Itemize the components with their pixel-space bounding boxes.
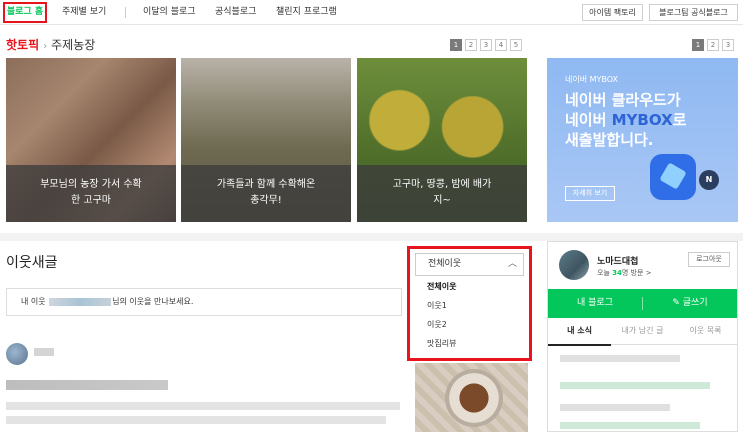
ad-headline-line: 네이버 MYBOX로 [565, 110, 686, 130]
profile-tabs: 내 소식 내가 남긴 글 이웃 목록 [548, 318, 737, 346]
page-button[interactable]: 5 [510, 39, 522, 51]
visitor-count[interactable]: 오늘 34명 방문 > [597, 268, 652, 278]
card-caption: 가족들과 함께 수확해온 총각무! [181, 165, 351, 222]
hot-topic-label[interactable]: 핫토픽 [6, 38, 39, 52]
neighbor-filter-select[interactable]: 전체이웃 ︿ [415, 253, 524, 276]
mybox-ad-banner[interactable]: 네이버 MYBOX 네이버 클라우드가 네이버 MYBOX로 새출발합니다. 자… [547, 58, 738, 222]
dropdown-option[interactable]: 전체이웃 [415, 277, 524, 296]
tab-my-comments[interactable]: 내가 남긴 글 [611, 318, 674, 344]
ad-text: 로 [672, 111, 687, 129]
tab-neighbor-list[interactable]: 이웃 목록 [674, 318, 737, 344]
card-caption: 고구마, 땅콩, 밤에 배가 지~ [357, 165, 527, 222]
ad-brand: 네이버 MYBOX [565, 75, 619, 84]
hot-topic-heading: 핫토픽 › 주제농장 [6, 38, 95, 54]
caption-line: 총각무! [250, 195, 282, 206]
blurred-post-title[interactable] [6, 380, 168, 390]
nav-official-blog-link[interactable]: 공식블로그 [215, 0, 256, 24]
ad-headline: 네이버 클라우드가 네이버 MYBOX로 새출발합니다. [565, 90, 686, 150]
page-button[interactable]: 3 [722, 39, 734, 51]
my-blog-button[interactable]: 내 블로그 [548, 289, 642, 318]
nav-challenge-link[interactable]: 챌린지 프로그램 [276, 0, 337, 24]
hot-topic-card[interactable]: 가족들과 함께 수확해온 총각무! [181, 58, 351, 222]
hot-topic-pager: 1 2 3 4 5 [450, 39, 522, 51]
notice-text: 내 이웃 [21, 297, 49, 306]
card-caption: 부모님의 농장 가서 수확 한 고구마 [6, 165, 176, 222]
blurred-post-text [6, 416, 386, 424]
neighbor-filter-dropdown: 전체이웃 ︿ 전체이웃 이웃1 이웃2 맛집리뷰 [407, 246, 532, 361]
visits-text: 명 방문 > [621, 269, 652, 277]
dropdown-options: 전체이웃 이웃1 이웃2 맛집리뷰 [415, 277, 524, 353]
blog-home-link[interactable]: 블로그 홈 [3, 2, 47, 23]
visits-number: 34 [612, 269, 622, 277]
section-divider [0, 233, 743, 241]
ad-headline-line: 네이버 클라우드가 [565, 91, 681, 109]
blurred-feed-item[interactable] [560, 422, 700, 429]
blurred-feed-item[interactable] [560, 382, 710, 389]
visits-text: 오늘 [597, 269, 613, 277]
item-factory-button[interactable]: 아이템 팩토리 [582, 4, 643, 21]
profile-name[interactable]: 노마드대첩 [597, 254, 638, 267]
dropdown-option[interactable]: 이웃2 [415, 315, 524, 334]
neighbor-notice[interactable]: 내 이웃 님의 이웃을 만나보세요. [6, 288, 402, 316]
mybox-cube-icon [650, 154, 696, 200]
avatar[interactable] [559, 250, 589, 280]
dropdown-selected-value: 전체이웃 [428, 259, 462, 269]
page-button[interactable]: 3 [480, 39, 492, 51]
caption-line: 부모님의 농장 가서 수확 [40, 179, 142, 190]
hot-topic-category[interactable]: 주제농장 [51, 38, 95, 52]
post-thumbnail[interactable] [415, 363, 528, 432]
logout-button[interactable]: 로그아웃 [688, 252, 730, 267]
top-nav: 블로그 홈 주제별 보기 이달의 블로그 공식블로그 챌린지 프로그램 아이템 … [0, 0, 743, 25]
tab-my-news[interactable]: 내 소식 [548, 318, 611, 346]
hot-topic-card[interactable]: 부모님의 농장 가서 수확 한 고구마 [6, 58, 176, 222]
nav-monthly-blog-link[interactable]: 이달의 블로그 [143, 0, 196, 24]
profile-panel: 노마드대첩 오늘 34명 방문 > 로그아웃 내 블로그 ✎ 글쓰기 내 소식 … [547, 241, 738, 432]
blurred-post-text [6, 402, 400, 410]
dropdown-option[interactable]: 맛집리뷰 [415, 334, 524, 353]
ad-more-button[interactable]: 자세히 보기 [565, 186, 615, 201]
blurred-author-name [34, 348, 54, 356]
page-button[interactable]: 2 [707, 39, 719, 51]
cube-shape [659, 162, 687, 190]
blurred-neighbor-name [49, 297, 112, 306]
avatar[interactable] [6, 343, 28, 365]
ad-headline-line: 새출발합니다. [565, 131, 654, 149]
page-button[interactable]: 2 [465, 39, 477, 51]
profile-actions: 내 블로그 ✎ 글쓰기 [548, 289, 737, 318]
food-plate [445, 369, 503, 427]
naver-n-icon: N [699, 170, 719, 190]
chevron-up-icon: ︿ [507, 259, 517, 269]
blog-team-official-button[interactable]: 블로그팀 공식블로그 [649, 4, 738, 21]
chevron-right-icon: › [43, 41, 48, 52]
page-button[interactable]: 1 [692, 39, 704, 51]
write-button[interactable]: ✎ 글쓰기 [643, 289, 737, 318]
hot-topic-card[interactable]: 고구마, 땅콩, 밤에 배가 지~ [357, 58, 527, 222]
blurred-feed-item[interactable] [560, 355, 680, 362]
dropdown-option[interactable]: 이웃1 [415, 296, 524, 315]
ad-text: 네이버 [565, 111, 612, 129]
ad-pager: 1 2 3 [692, 39, 734, 51]
nav-divider [125, 7, 126, 18]
notice-text: 님의 이웃을 만나보세요. [112, 297, 194, 306]
caption-line: 지~ [433, 195, 451, 206]
caption-line: 한 고구마 [71, 195, 111, 206]
neighbor-posts-title: 이웃새글 [6, 255, 58, 271]
caption-line: 가족들과 함께 수확해온 [216, 179, 316, 190]
ad-text-highlight: MYBOX [611, 111, 673, 129]
caption-line: 고구마, 땅콩, 밤에 배가 [392, 179, 492, 190]
nav-topics-link[interactable]: 주제별 보기 [62, 0, 106, 24]
page-button[interactable]: 1 [450, 39, 462, 51]
blurred-feed-item[interactable] [560, 404, 670, 411]
page-button[interactable]: 4 [495, 39, 507, 51]
